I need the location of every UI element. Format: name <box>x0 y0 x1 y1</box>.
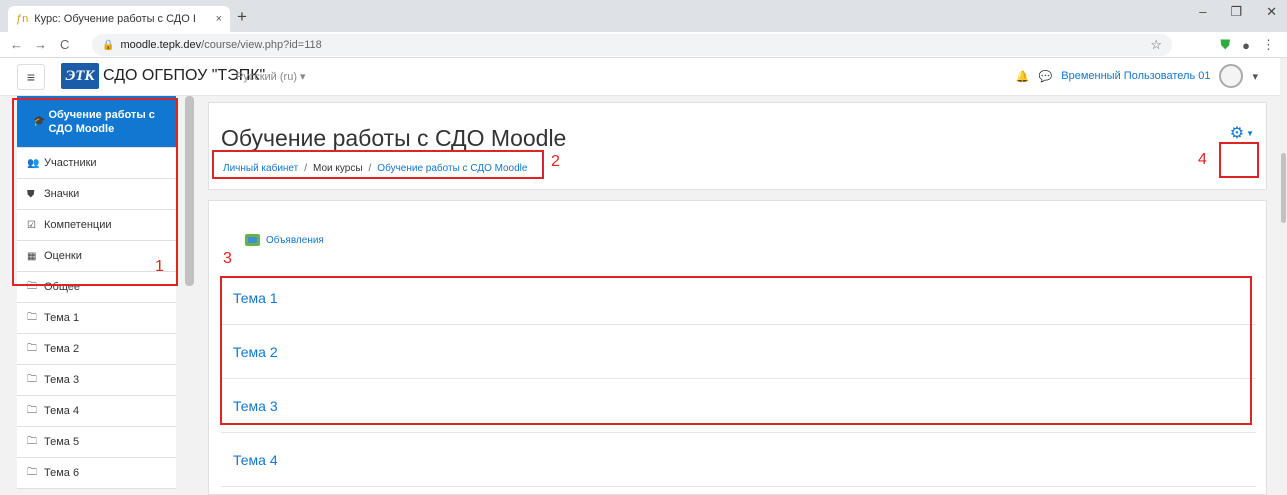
drawer-item-topic-4[interactable]: 🗀 Тема 4 <box>17 396 176 427</box>
annotation-box-2 <box>212 150 544 179</box>
close-window-icon[interactable]: ✕ <box>1266 4 1277 20</box>
lock-icon: 🔒 <box>102 39 115 51</box>
notifications-bell-icon[interactable]: 🔔 <box>1016 70 1030 83</box>
drawer-scrollbar[interactable] <box>185 96 194 286</box>
browser-extensions: ⛊ ● ⋮ <box>1220 37 1275 53</box>
browser-tab-bar: ƒn Курс: Обучение работы с СДО I × + – ❐… <box>0 0 1287 32</box>
url-input[interactable]: 🔒 moodle.tepk.dev /course/view.php?id=11… <box>92 34 1172 56</box>
page-scrollbar[interactable] <box>1280 58 1287 495</box>
folder-icon: 🗀 <box>27 404 37 416</box>
drawer-item-label: Тема 4 <box>44 405 80 417</box>
annotation-number-2: 2 <box>551 153 560 170</box>
back-arrow-icon[interactable]: ← <box>10 37 23 52</box>
drawer-item-topic-2[interactable]: 🗀 Тема 2 <box>17 334 176 365</box>
folder-icon: 🗀 <box>27 342 37 354</box>
announcements-link[interactable]: Объявления <box>245 234 324 246</box>
annotation-number-4: 4 <box>1198 151 1207 168</box>
hamburger-menu-icon[interactable]: ≡ <box>17 64 45 90</box>
section-topic-4[interactable]: Тема 4 <box>221 433 1256 487</box>
annotation-box-1 <box>12 98 178 286</box>
annotation-number-3: 3 <box>223 250 232 267</box>
restore-icon[interactable]: ❐ <box>1230 4 1242 20</box>
annotation-number-1: 1 <box>155 258 164 275</box>
avatar[interactable] <box>1219 64 1244 88</box>
page-title: Обучение работы с СДО Moodle <box>221 125 567 151</box>
moodle-favicon-icon: ƒn <box>16 13 29 25</box>
drawer-item-label: Тема 2 <box>44 343 80 355</box>
moodle-navbar: ≡ ЭТК СДО ОГБПОУ "ТЭПК" Русский (ru) ▾ 🔔… <box>0 58 1280 96</box>
browser-tab[interactable]: ƒn Курс: Обучение работы с СДО I × <box>8 6 230 32</box>
reload-icon[interactable]: C <box>60 37 69 52</box>
chevron-down-icon: ▼ <box>1246 128 1254 138</box>
folder-icon: 🗀 <box>27 435 37 447</box>
forum-icon <box>245 234 260 246</box>
drawer-item-topic-6[interactable]: 🗀 Тема 6 <box>17 458 176 489</box>
user-menu[interactable]: Временный Пользователь 01 <box>1061 70 1210 82</box>
language-selector[interactable]: Русский (ru) ▾ <box>236 70 306 83</box>
tab-close-icon[interactable]: × <box>216 13 222 25</box>
forward-arrow-icon[interactable]: → <box>34 37 47 52</box>
new-tab-button[interactable]: + <box>237 7 247 27</box>
bookmark-star-icon[interactable]: ☆ <box>1150 37 1162 53</box>
url-host: moodle.tepk.dev <box>120 39 202 51</box>
drawer-item-topic-3[interactable]: 🗀 Тема 3 <box>17 365 176 396</box>
announcements-label: Объявления <box>266 234 324 246</box>
drawer-item-topic-1[interactable]: 🗀 Тема 1 <box>17 303 176 334</box>
url-path: /course/view.php?id=118 <box>201 39 322 51</box>
tab-title: Курс: Обучение работы с СДО I <box>34 13 196 25</box>
window-controls: – ❐ ✕ <box>1199 4 1277 20</box>
extension-shield-icon[interactable]: ⛊ <box>1220 37 1230 53</box>
section-title[interactable]: Тема 4 <box>233 452 278 468</box>
folder-icon: 🗀 <box>27 466 37 478</box>
annotation-box-4 <box>1219 142 1259 178</box>
messages-icon[interactable]: 💬 <box>1039 70 1053 83</box>
address-bar: ← → C 🔒 moodle.tepk.dev /course/view.php… <box>0 32 1287 58</box>
drawer-item-label: Тема 5 <box>44 436 80 448</box>
drawer-item-label: Тема 3 <box>44 374 80 386</box>
annotation-box-3 <box>220 276 1252 425</box>
user-area: 🔔 💬 Временный Пользователь 01 ▾ <box>1016 64 1258 88</box>
drawer-item-label: Тема 1 <box>44 312 80 324</box>
scrollbar-thumb[interactable] <box>1281 153 1286 223</box>
drawer-item-label: Тема 6 <box>44 467 80 479</box>
chevron-down-icon[interactable]: ▾ <box>1252 70 1258 83</box>
minimize-icon[interactable]: – <box>1199 4 1206 20</box>
course-settings-menu[interactable]: ⚙ ▼ <box>1230 123 1254 143</box>
site-logo[interactable]: ЭТК <box>61 63 99 89</box>
drawer-item-topic-5[interactable]: 🗀 Тема 5 <box>17 427 176 458</box>
menu-dots-icon[interactable]: ⋮ <box>1262 37 1275 53</box>
folder-icon: 🗀 <box>27 373 37 385</box>
profile-icon[interactable]: ● <box>1242 38 1250 53</box>
folder-icon: 🗀 <box>27 311 37 323</box>
gear-icon: ⚙ <box>1229 125 1245 142</box>
